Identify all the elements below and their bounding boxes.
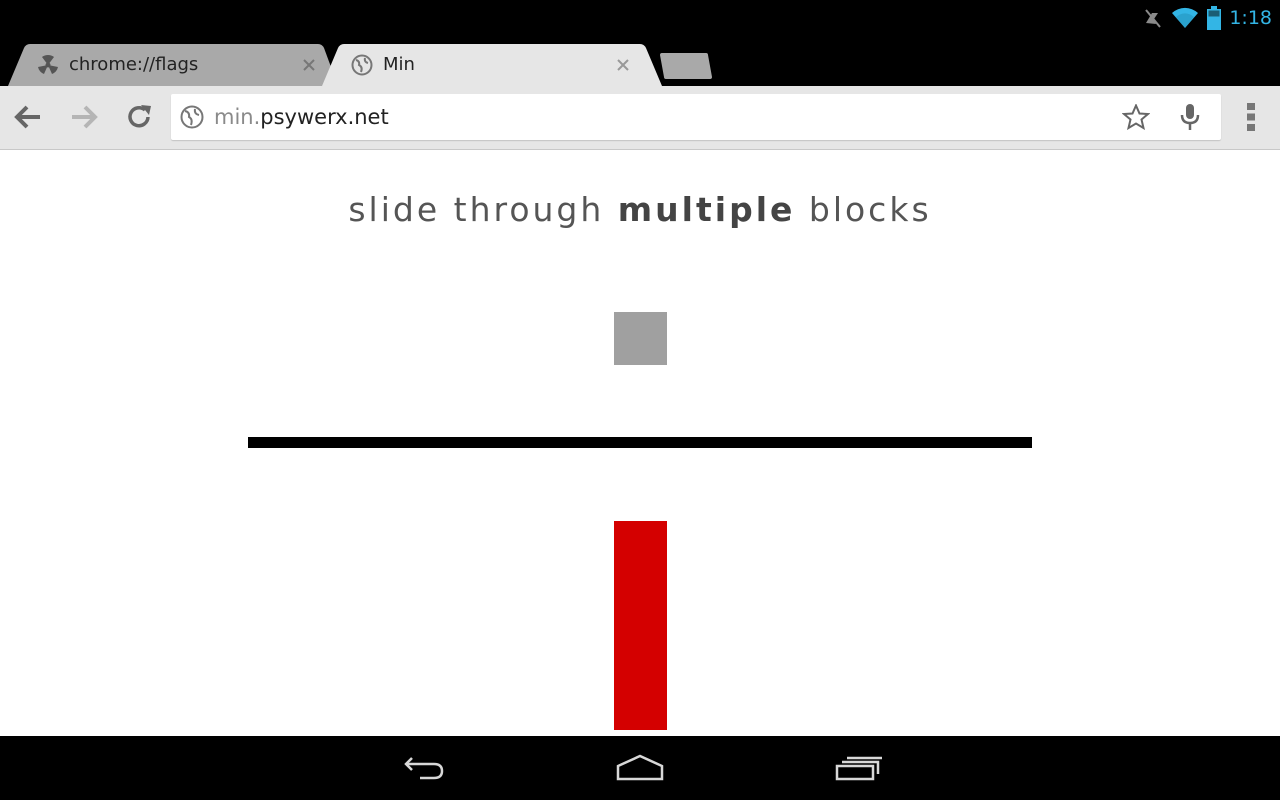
bookmark-star-icon[interactable] bbox=[1122, 104, 1150, 130]
browser-toolbar: min.psywerx.net bbox=[0, 86, 1280, 150]
clock: 1:18 bbox=[1229, 7, 1272, 29]
slider-bar bbox=[248, 437, 1032, 448]
radiation-icon bbox=[38, 55, 58, 74]
system-nav-bar bbox=[0, 736, 1280, 800]
url-domain: psywerx.net bbox=[260, 105, 389, 129]
headline-emphasis: multiple bbox=[617, 190, 796, 229]
url-subdomain: min. bbox=[214, 105, 261, 129]
tab-strip: chrome://flags Min bbox=[0, 36, 1280, 86]
tab-background bbox=[322, 44, 662, 86]
headline-start: slide through bbox=[348, 190, 618, 229]
recent-apps-icon bbox=[835, 756, 882, 781]
home-nav-button[interactable] bbox=[610, 748, 670, 788]
back-button[interactable] bbox=[11, 100, 45, 134]
grey-block[interactable] bbox=[614, 312, 667, 365]
recent-apps-button[interactable] bbox=[827, 748, 887, 788]
tab-min[interactable]: Min bbox=[322, 44, 662, 86]
close-icon[interactable] bbox=[613, 55, 633, 75]
back-nav-button[interactable] bbox=[394, 748, 454, 788]
forward-arrow-icon bbox=[72, 105, 98, 129]
tab-title: Min bbox=[383, 54, 415, 75]
globe-icon bbox=[180, 105, 204, 129]
back-arrow-icon bbox=[14, 105, 40, 129]
forward-button[interactable] bbox=[67, 100, 101, 134]
reload-icon bbox=[128, 105, 151, 128]
tab-chrome-flags[interactable]: chrome://flags bbox=[8, 44, 338, 86]
globe-icon bbox=[351, 54, 373, 76]
wifi-icon bbox=[1172, 7, 1199, 28]
url-text[interactable]: min.psywerx.net bbox=[214, 94, 389, 140]
new-tab-button[interactable] bbox=[658, 53, 714, 79]
mute-icon bbox=[1145, 9, 1162, 28]
overflow-menu-icon bbox=[1247, 103, 1255, 131]
home-nav-icon bbox=[616, 754, 664, 781]
status-icons: 1:18 bbox=[1143, 0, 1272, 36]
microphone-icon[interactable] bbox=[1179, 103, 1201, 131]
reload-button[interactable] bbox=[123, 100, 157, 134]
battery-icon bbox=[1207, 6, 1222, 30]
menu-button[interactable] bbox=[1234, 100, 1268, 134]
omnibox[interactable]: min.psywerx.net bbox=[171, 94, 1221, 140]
tab-title: chrome://flags bbox=[69, 54, 199, 75]
web-page: slide through multiple blocks bbox=[0, 150, 1280, 736]
headline-end: blocks bbox=[795, 190, 932, 229]
close-icon[interactable] bbox=[299, 55, 319, 75]
page-headline: slide through multiple blocks bbox=[0, 190, 1280, 229]
red-block[interactable] bbox=[614, 521, 667, 730]
status-bar: 1:18 bbox=[0, 0, 1280, 36]
back-nav-icon bbox=[404, 757, 444, 780]
